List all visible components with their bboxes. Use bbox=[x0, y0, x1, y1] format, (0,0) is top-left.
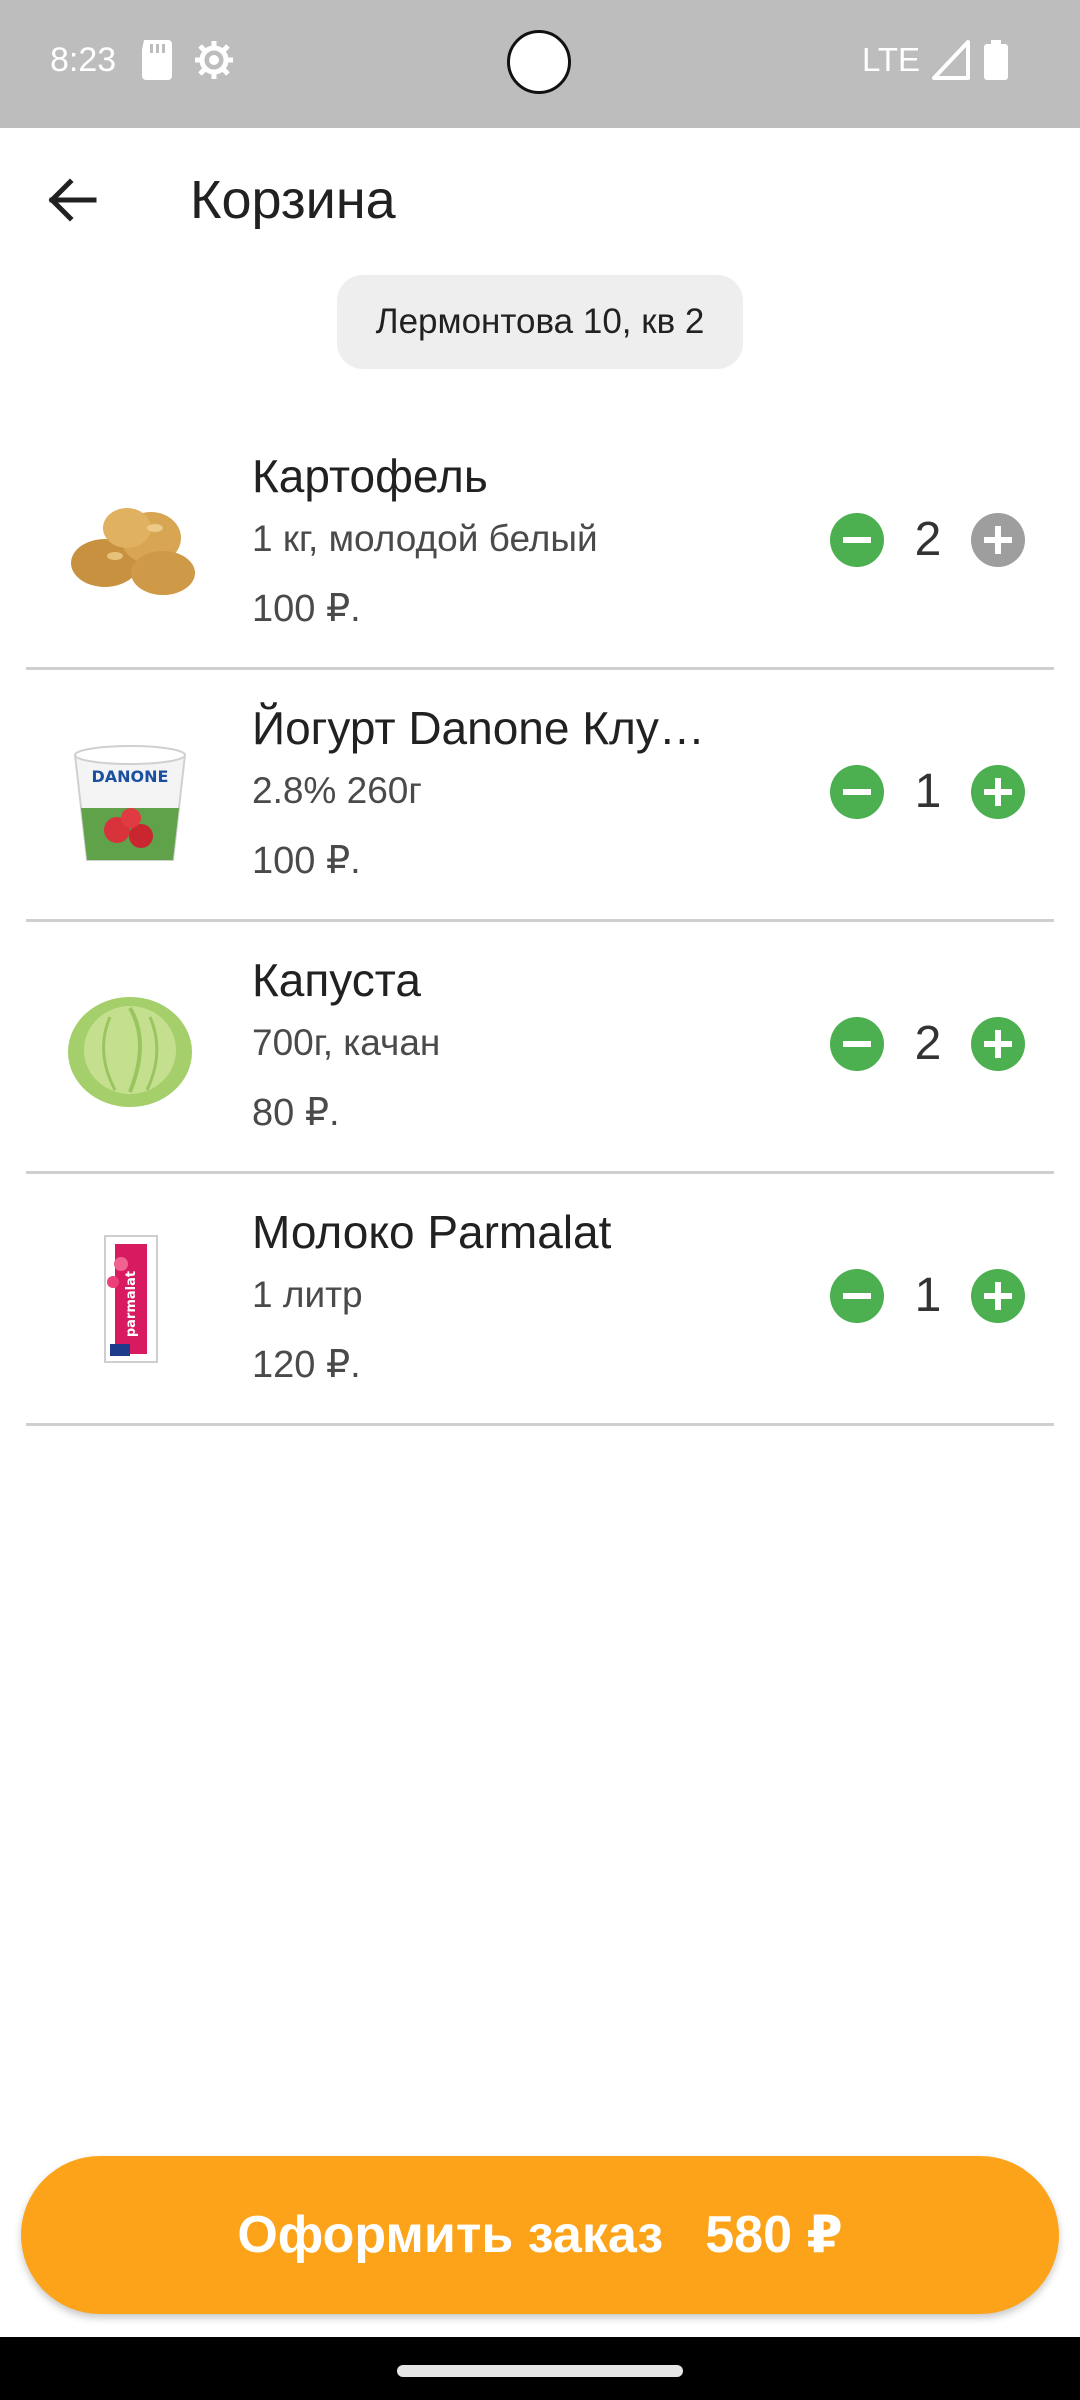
minus-icon bbox=[843, 537, 871, 543]
settings-gear-icon bbox=[195, 41, 233, 79]
item-description: 700г, качан bbox=[252, 1022, 441, 1063]
cart-item: Капуста 700г, качан 80 ₽. 2 bbox=[0, 922, 1080, 1174]
arrow-left-icon bbox=[48, 178, 97, 222]
item-price: 100 ₽. bbox=[252, 840, 361, 882]
increase-quantity-button[interactable] bbox=[971, 513, 1025, 567]
minus-icon bbox=[843, 789, 871, 795]
decrease-quantity-button[interactable] bbox=[830, 1269, 884, 1323]
home-gesture-handle[interactable] bbox=[397, 2365, 683, 2377]
quantity-value: 1 bbox=[914, 1269, 942, 1322]
increase-quantity-button[interactable] bbox=[971, 1269, 1025, 1323]
danone-logo: DANONE bbox=[92, 767, 169, 786]
quantity-value: 2 bbox=[914, 1017, 942, 1070]
checkout-total: 580 ₽ bbox=[705, 2206, 843, 2264]
cart-item: DANONE Йогурт Danone Клу… 2.8% 260г 100 … bbox=[0, 670, 1080, 922]
item-name: Йогурт Danone Клу… bbox=[252, 702, 705, 754]
back-button[interactable] bbox=[38, 160, 110, 232]
network-label: LTE bbox=[862, 41, 921, 78]
potatoes-image bbox=[71, 508, 195, 595]
status-bar: 8:23 LTE bbox=[0, 0, 1080, 128]
camera-cutout bbox=[507, 30, 571, 94]
quantity-value: 1 bbox=[914, 765, 942, 818]
increase-quantity-button[interactable] bbox=[971, 1017, 1025, 1071]
cart-item: Картофель 1 кг, молодой белый 100 ₽. 2 bbox=[0, 418, 1080, 670]
quantity-value: 2 bbox=[914, 513, 942, 566]
cabbage-image bbox=[68, 997, 192, 1107]
cart-item: parmalat Молоко Parmalat 1 литр 120 ₽. 1 bbox=[0, 1174, 1080, 1426]
address-chip[interactable]: Лермонтова 10, кв 2 bbox=[337, 275, 743, 369]
item-description: 1 кг, молодой белый bbox=[252, 518, 598, 559]
item-name: Молоко Parmalat bbox=[252, 1206, 612, 1258]
decrease-quantity-button[interactable] bbox=[830, 513, 884, 567]
checkout-button[interactable]: Оформить заказ 580 ₽ bbox=[21, 2156, 1059, 2314]
page-title: Корзина bbox=[190, 170, 396, 230]
yogurt-image: DANONE bbox=[73, 745, 187, 861]
item-price: 120 ₽. bbox=[252, 1344, 361, 1386]
battery-icon bbox=[984, 40, 1008, 80]
item-description: 1 литр bbox=[252, 1274, 363, 1315]
status-time: 8:23 bbox=[50, 41, 117, 79]
decrease-quantity-button[interactable] bbox=[830, 1017, 884, 1071]
item-price: 80 ₽. bbox=[252, 1092, 340, 1134]
sd-card-icon bbox=[142, 40, 172, 80]
minus-icon bbox=[843, 1041, 871, 1047]
item-name: Капуста bbox=[252, 954, 421, 1006]
minus-icon bbox=[843, 1293, 871, 1299]
navigation-bar bbox=[0, 2337, 1080, 2400]
checkout-label: Оформить заказ bbox=[237, 2206, 664, 2264]
item-name: Картофель bbox=[252, 450, 488, 502]
item-description: 2.8% 260г bbox=[252, 770, 422, 811]
signal-icon bbox=[932, 40, 970, 80]
divider bbox=[26, 1423, 1054, 1426]
milk-carton-image: parmalat bbox=[104, 1235, 158, 1363]
increase-quantity-button[interactable] bbox=[971, 765, 1025, 819]
item-price: 100 ₽. bbox=[252, 588, 361, 630]
decrease-quantity-button[interactable] bbox=[830, 765, 884, 819]
parmalat-logo: parmalat bbox=[124, 1271, 139, 1337]
